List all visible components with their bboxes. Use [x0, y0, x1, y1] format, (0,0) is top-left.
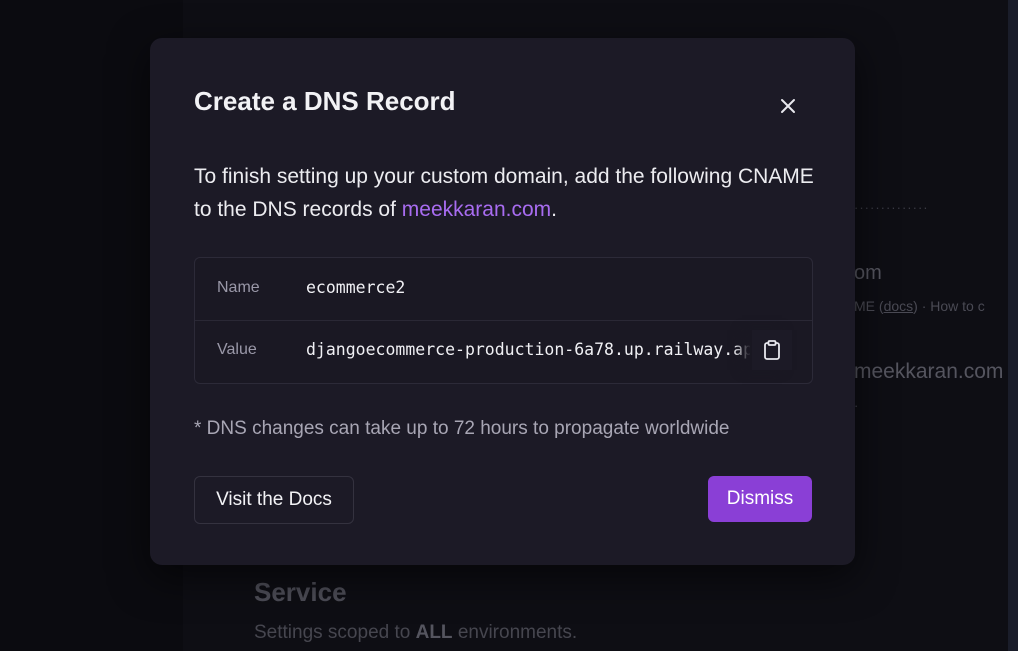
name-value[interactable]: ecommerce2 [306, 278, 750, 297]
dns-record-table: Name ecommerce2 Value djangoecommerce-pr… [194, 257, 813, 384]
clipboard-icon [764, 340, 780, 360]
close-icon [781, 99, 795, 113]
close-button[interactable] [774, 92, 802, 120]
description-suffix: . [551, 198, 557, 221]
dns-record-modal: Create a DNS Record To finish setting up… [150, 38, 855, 565]
dismiss-button[interactable]: Dismiss [708, 476, 812, 522]
page: ·············· om ME (docs) · How to c m… [0, 0, 1018, 651]
value-label: Value [217, 341, 257, 358]
background-cname-prefix: ME ( [854, 298, 884, 314]
background-section-subtitle: Settings scoped to ALL environments. [254, 622, 577, 644]
modal-title: Create a DNS Record [194, 86, 456, 116]
record-row-name: Name ecommerce2 [195, 258, 812, 321]
background-docs-link: docs [883, 298, 914, 314]
propagation-note: * DNS changes can take up to 72 hours to… [194, 418, 730, 439]
value-value[interactable]: djangoecommerce-production-6a78.up.railw… [306, 340, 750, 359]
record-row-value: Value djangoecommerce-production-6a78.up… [195, 320, 812, 382]
background-scrollbar [1008, 0, 1018, 651]
domain-link[interactable]: meekkaran.com [402, 198, 551, 221]
background-cname-hint: ME (docs) · How to c [854, 298, 985, 314]
copy-value-button[interactable] [752, 330, 792, 370]
modal-description: To finish setting up your custom domain,… [194, 160, 814, 226]
name-label: Name [217, 279, 260, 296]
background-section-sub-suffix: environments. [452, 622, 578, 643]
background-domain: meekkaran.com [854, 360, 1004, 383]
background-domain-fragment: om [854, 262, 882, 284]
background-dots: ·············· [854, 200, 929, 215]
visit-docs-button[interactable]: Visit the Docs [194, 476, 354, 524]
background-section-sub-prefix: Settings scoped to [254, 622, 416, 643]
background-section-title: Service [254, 577, 347, 607]
background-cname-suffix: ) · How to c [913, 298, 985, 314]
background-section-sub-bold: ALL [415, 622, 453, 643]
